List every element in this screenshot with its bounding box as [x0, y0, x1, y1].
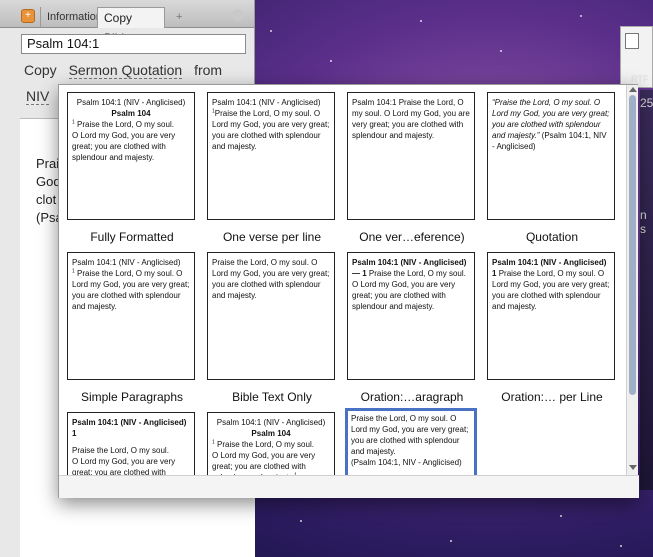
verse-number: 1 — [212, 439, 215, 446]
verse-number: 1 — [72, 268, 75, 275]
preview-ref: Psalm 104:1 (NIV - Anglicised) — [72, 418, 187, 427]
preview-ref: Psalm 104:1 (NIV - Anglicised) — [212, 98, 321, 107]
style-caption: Oration:… per Line — [501, 390, 603, 404]
style-preview[interactable]: Psalm 104:1 (NIV - Anglicised) 1 Praise … — [487, 252, 615, 380]
document-icon — [625, 33, 639, 49]
preview-heading: Psalm 104 — [251, 429, 291, 438]
preview-text: Praise the Lord, O my soul. — [72, 446, 169, 455]
style-preview[interactable]: Psalm 104:1 Praise the Lord, O my soul. … — [347, 92, 475, 220]
style-preview[interactable]: Psalm 104:1 (NIV - Anglicised) 1Praise t… — [207, 92, 335, 220]
from-label: from — [194, 62, 223, 78]
style-preview-selected[interactable]: Praise the Lord, O my soul. O Lord my Go… — [345, 408, 477, 475]
verse-number: — 1 — [352, 269, 367, 278]
preview-ref: Psalm 104:1 (NIV - Anglicised) — [492, 258, 607, 267]
preview-text: Praise the Lord, O my soul. O Lord my Go… — [352, 269, 466, 311]
rtf-label: RTF — [631, 74, 649, 84]
verse-number: 1 — [72, 119, 75, 126]
style-grid: Psalm 104:1 (NIV - Anglicised) Psalm 104… — [59, 85, 626, 475]
style-caption: One verse per line — [222, 230, 322, 244]
style-preview[interactable]: Psalm 104:1 (NIV - Anglicised) Psalm 104… — [207, 412, 335, 475]
close-icon[interactable] — [232, 9, 244, 21]
preview-text: O Lord my God, you are very great; you a… — [212, 451, 316, 475]
star — [270, 30, 272, 32]
style-caption: Bible Text Only — [232, 390, 312, 404]
copy-label: Copy — [24, 62, 57, 78]
style-caption: Oration:…aragraph — [360, 390, 464, 404]
reference-input[interactable]: Psalm 104:1 — [21, 34, 246, 54]
preview-text: Praise the Lord, O my soul. O Lord my Go… — [212, 258, 330, 300]
preview-text: Praise the Lord, O my soul. O Lord my Go… — [492, 269, 610, 311]
star — [620, 545, 622, 547]
style-preview[interactable]: “Praise the Lord, O my soul. O Lord my G… — [487, 92, 615, 220]
style-caption: One ver…eference) — [359, 230, 465, 244]
style-preview[interactable]: Psalm 104:1 (NIV - Anglicised) — 1 Prais… — [347, 252, 475, 380]
verse-number: 1 — [492, 269, 497, 278]
preview-text: O Lord my God, you are very great; you a… — [72, 457, 176, 475]
preview-text: Praise the Lord, O my soul. — [77, 120, 174, 129]
style-caption: Simple Paragraphs — [80, 390, 184, 404]
preview-heading: Psalm 104 — [111, 109, 151, 118]
style-caption: Quotation — [525, 230, 579, 244]
scroll-down-arrow-icon[interactable] — [629, 465, 637, 470]
preview-ref: Psalm 104:1 (NIV - Anglicised) — [76, 98, 186, 107]
copy-style-popup[interactable]: Sermon Quotation — [68, 62, 183, 79]
preview-ref: (Psalm 104:1, NIV - Anglicised) — [351, 458, 462, 467]
copy-style-popover: Psalm 104:1 (NIV - Anglicised) Psalm 104… — [58, 84, 639, 498]
style-preview[interactable]: Psalm 104:1 (NIV - Anglicised) 1 Praise … — [67, 252, 195, 380]
star — [450, 540, 452, 542]
preview-ref: Psalm 104:1 (NIV - Anglicised) — [352, 258, 467, 267]
vertical-scrollbar[interactable] — [626, 85, 638, 475]
scroll-up-arrow-icon[interactable] — [629, 87, 637, 92]
star — [300, 520, 302, 522]
preview-text: O Lord my God, you are very great; you a… — [72, 131, 176, 162]
preview-text: Praise the Lord, O my soul. O Lord my Go… — [351, 414, 469, 456]
star — [420, 20, 422, 22]
style-caption: Fully Formatted — [90, 230, 174, 244]
scroll-thumb[interactable] — [629, 95, 636, 395]
version-popup[interactable]: NIV — [26, 88, 50, 105]
popover-footer — [59, 475, 639, 498]
copy-row: Copy Sermon Quotation from — [24, 62, 230, 79]
side-text-2: n s — [640, 208, 647, 236]
side-text-1: 25. — [640, 96, 653, 110]
style-preview[interactable]: Praise the Lord, O my soul. O Lord my Go… — [207, 252, 335, 380]
star — [580, 15, 582, 17]
star — [560, 515, 562, 517]
preview-ref: Psalm 104:1 (NIV - Anglicised) — [216, 418, 326, 427]
side-window-strip — [640, 90, 653, 490]
preview-ref: Psalm 104:1 (NIV - Anglicised) — [72, 258, 181, 267]
tab-bar: + Information Copy Bible + — [0, 0, 254, 45]
tab-copy-bible[interactable]: Copy Bible — [97, 7, 165, 45]
preview-text: Praise the Lord, O my soul. — [217, 440, 314, 449]
star — [330, 60, 332, 62]
style-preview[interactable]: Psalm 104:1 (NIV - Anglicised) Psalm 104… — [67, 92, 195, 220]
preview-text: Praise the Lord, O my soul. O Lord my Go… — [72, 269, 190, 311]
app-icon[interactable]: + — [21, 9, 35, 23]
add-tab-button[interactable]: + — [170, 7, 188, 28]
preview-text: Praise the Lord, O my soul. O Lord my Go… — [212, 109, 330, 151]
style-preview[interactable]: Psalm 104:1 (NIV - Anglicised) 1 Praise … — [67, 412, 195, 475]
verse-number: 1 — [72, 429, 77, 438]
preview-ref: Psalm 104:1 — [352, 98, 397, 107]
star — [500, 50, 502, 52]
